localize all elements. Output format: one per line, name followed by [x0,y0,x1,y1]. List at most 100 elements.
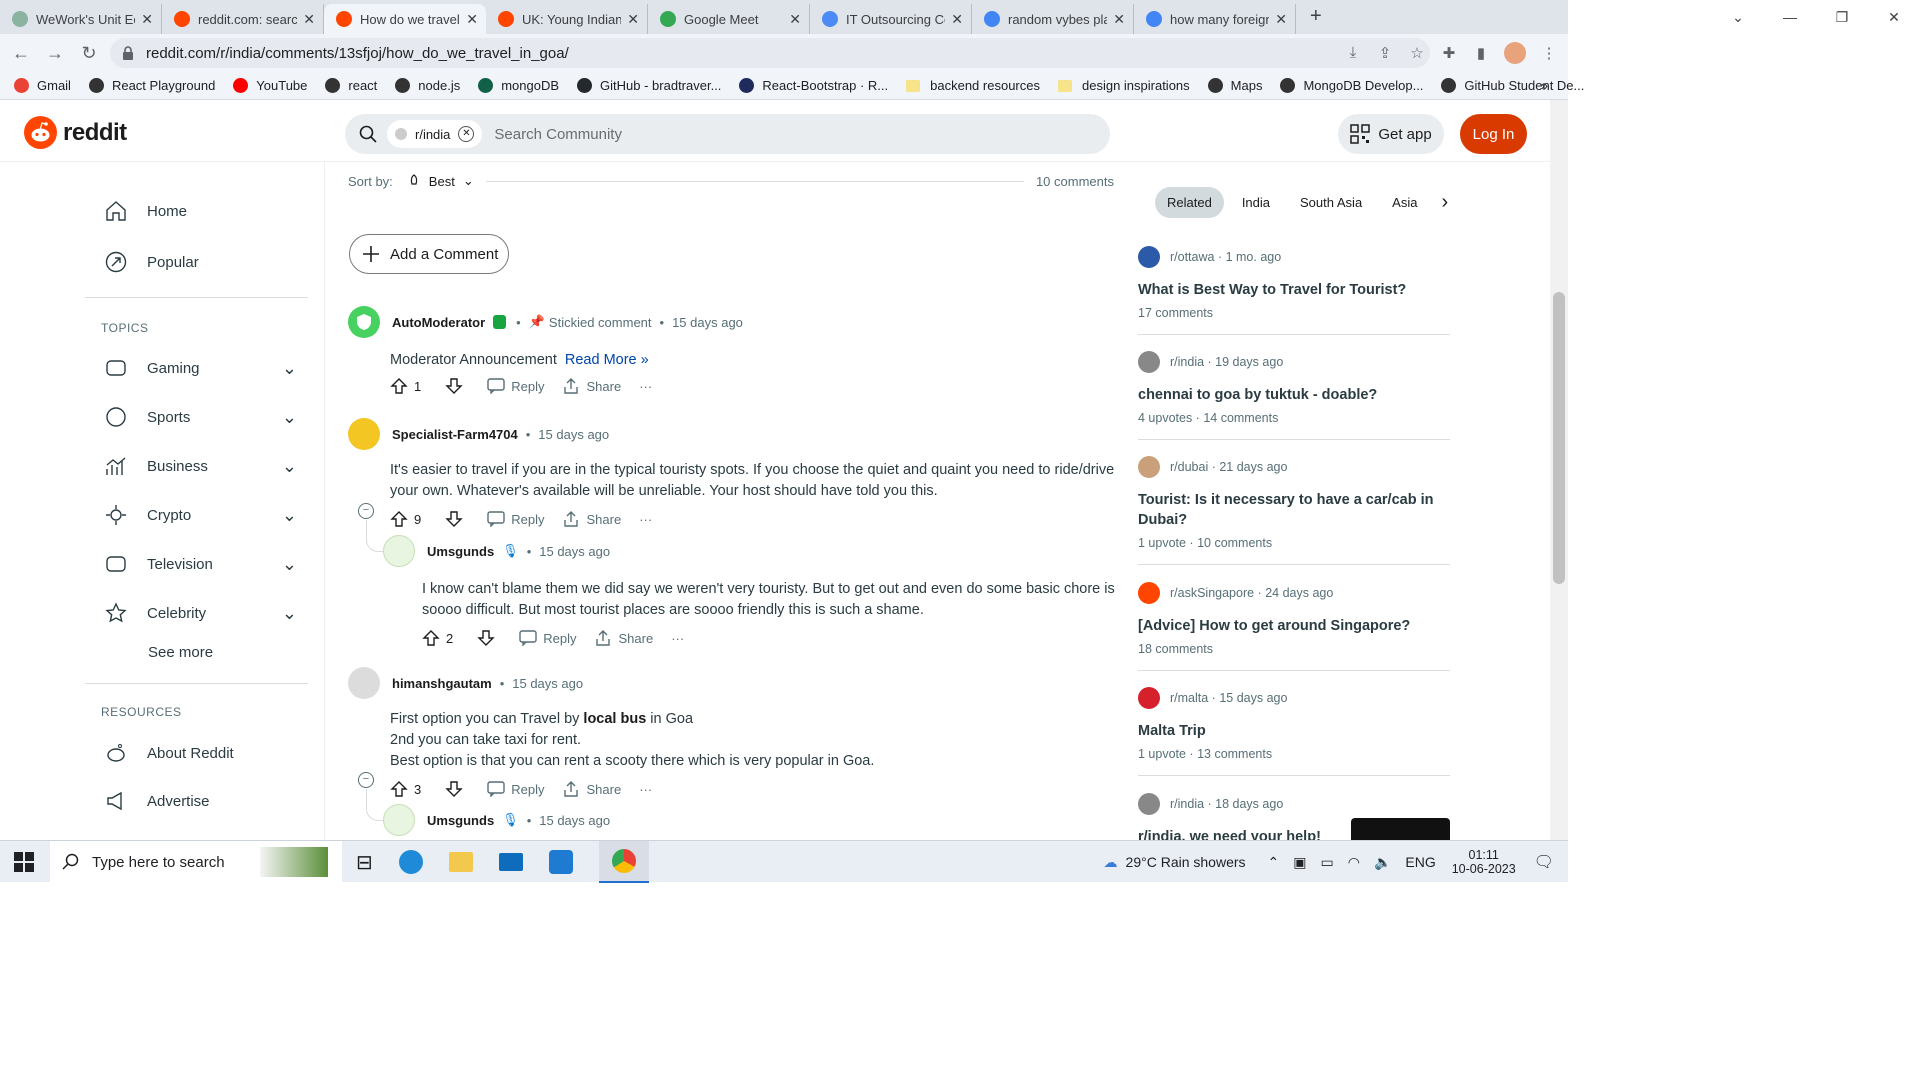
sidepanel-icon[interactable]: ▮ [1472,44,1490,62]
subreddit-name[interactable]: r/askSingapore [1170,586,1254,600]
downvote-button[interactable] [445,377,469,395]
browser-tab[interactable]: Google Meet ✕ [648,4,810,34]
upvote-button[interactable]: 9 [390,510,427,528]
see-more-link[interactable]: See more [148,644,348,661]
minimize-button[interactable]: — [1764,9,1816,25]
chevron-right-icon[interactable]: › [1441,191,1448,214]
bookmark-item[interactable]: MongoDB Develop... [1280,78,1423,93]
login-button[interactable]: Log In [1460,114,1527,154]
tab-close-icon[interactable]: ✕ [627,11,639,28]
new-tab-button[interactable]: + [1310,5,1322,28]
browser-tab[interactable]: UK: Young Indian ✕ [486,4,648,34]
bookmark-item[interactable]: Maps [1207,78,1262,93]
bookmark-item[interactable]: GitHub Student De... [1441,78,1584,93]
file-explorer-icon[interactable] [448,852,473,872]
collapse-thread-icon[interactable]: − [358,772,374,788]
add-comment-button[interactable]: Add a Comment [349,234,509,274]
tab-close-icon[interactable]: ✕ [1275,11,1287,28]
related-post[interactable]: r/askSingapore · 24 days ago [Advice] How… [1138,582,1450,671]
subreddit-icon[interactable] [1138,351,1160,373]
post-title[interactable]: chennai to goa by tuktuk - doable? [1138,385,1450,405]
browser-tab[interactable]: IT Outsourcing Co ✕ [810,4,972,34]
bookmark-item[interactable]: YouTube [233,78,307,93]
search-bar[interactable]: r/india ✕ Search Community [345,114,1110,154]
meet-tray-icon[interactable]: ▣ [1293,854,1306,871]
related-tab[interactable]: Related [1155,187,1224,218]
tab-close-icon[interactable]: ✕ [466,11,478,28]
automod-avatar[interactable] [348,306,380,338]
upvote-button[interactable]: 2 [422,629,459,647]
comment-author[interactable]: AutoModerator [392,315,485,330]
nav-about-reddit[interactable]: About Reddit [105,742,305,764]
subreddit-icon[interactable] [1138,687,1160,709]
nav-topic-television[interactable]: Television ⌄ [105,553,305,575]
bookmark-item[interactable]: mongoDB [478,78,559,93]
more-options-icon[interactable]: ··· [639,512,652,527]
downvote-button[interactable] [477,629,501,647]
profile-avatar[interactable] [1504,42,1526,64]
tab-close-icon[interactable]: ✕ [951,11,963,28]
nav-topic-business[interactable]: Business ⌄ [105,455,305,477]
related-tab[interactable]: India [1230,187,1282,218]
get-app-button[interactable]: Get app [1338,114,1444,154]
notification-icon[interactable]: 🗨 [1534,852,1554,872]
comment-author[interactable]: Umsgunds [427,813,494,828]
reply-button[interactable]: Reply [487,781,544,797]
restore-button[interactable]: ❐ [1816,9,1868,26]
nav-topic-crypto[interactable]: Crypto ⌄ [105,504,305,526]
tab-close-icon[interactable]: ✕ [141,11,153,28]
reload-icon[interactable]: ↻ [72,43,106,64]
upvote-button[interactable]: 3 [390,780,427,798]
tab-close-icon[interactable]: ✕ [303,11,315,28]
sort-dropdown[interactable]: Best ⌄ [407,173,474,189]
mail-icon[interactable] [498,853,523,871]
browser-tab[interactable]: random vybes pla ✕ [972,4,1134,34]
nav-popular[interactable]: Popular [105,251,305,273]
url-bar[interactable]: reddit.com/r/india/comments/13sfjoj/how_… [110,38,1430,68]
more-options-icon[interactable]: ··· [671,631,684,646]
task-view-icon[interactable]: ⊟ [356,850,373,875]
related-post[interactable]: r/ottawa · 1 mo. ago What is Best Way to … [1138,246,1450,335]
share-button[interactable]: Share [594,629,653,647]
subreddit-name[interactable]: r/india [1170,355,1204,369]
close-window-button[interactable]: ✕ [1868,9,1920,26]
bookmark-item[interactable]: GitHub - bradtraver... [577,78,721,93]
reddit-logo[interactable]: reddit [24,116,127,149]
forward-icon[interactable]: → [38,43,72,64]
user-avatar[interactable] [348,418,380,450]
install-icon[interactable]: ⤓ [1344,44,1362,62]
bookmark-star-icon[interactable]: ☆ [1408,44,1426,62]
browser-tab[interactable]: reddit.com: searc ✕ [162,4,324,34]
scrollbar-thumb[interactable] [1553,292,1565,584]
post-thumbnail[interactable] [1351,818,1450,840]
subreddit-name[interactable]: r/ottawa [1170,250,1214,264]
subreddit-name[interactable]: r/dubai [1170,460,1208,474]
nav-topic-sports[interactable]: Sports ⌄ [105,406,305,428]
bookmark-item[interactable]: react [325,78,377,93]
taskbar-search[interactable]: Type here to search [50,841,342,883]
vscode-icon[interactable] [548,850,573,874]
subreddit-name[interactable]: r/malta [1170,691,1208,705]
user-avatar[interactable] [383,804,415,836]
more-options-icon[interactable]: ··· [639,782,652,797]
related-tab[interactable]: South Asia [1288,187,1374,218]
reply-button[interactable]: Reply [487,378,544,394]
bookmark-item[interactable]: design inspirations [1057,78,1190,93]
comment-author[interactable]: himanshgautam [392,676,492,691]
browser-tab[interactable]: how many foreign ✕ [1134,4,1296,34]
user-avatar[interactable] [383,535,415,567]
post-title[interactable]: What is Best Way to Travel for Tourist? [1138,280,1450,300]
language-indicator[interactable]: ENG [1405,854,1435,870]
related-tab[interactable]: Asia [1380,187,1429,218]
bookmarks-overflow-icon[interactable]: » [1541,78,1548,93]
wifi-icon[interactable]: ◠ [1348,854,1360,871]
back-icon[interactable]: ← [4,43,38,64]
subreddit-name[interactable]: r/india [1170,797,1204,811]
subreddit-icon[interactable] [1138,793,1160,815]
subreddit-icon[interactable] [1138,582,1160,604]
windows-start-icon[interactable] [14,852,34,872]
tab-close-icon[interactable]: ✕ [789,11,801,28]
bookmark-item[interactable]: backend resources [906,78,1040,93]
clear-chip-icon[interactable]: ✕ [458,126,475,142]
related-post[interactable]: r/malta · 15 days ago Malta Trip 1 upvote … [1138,687,1450,776]
